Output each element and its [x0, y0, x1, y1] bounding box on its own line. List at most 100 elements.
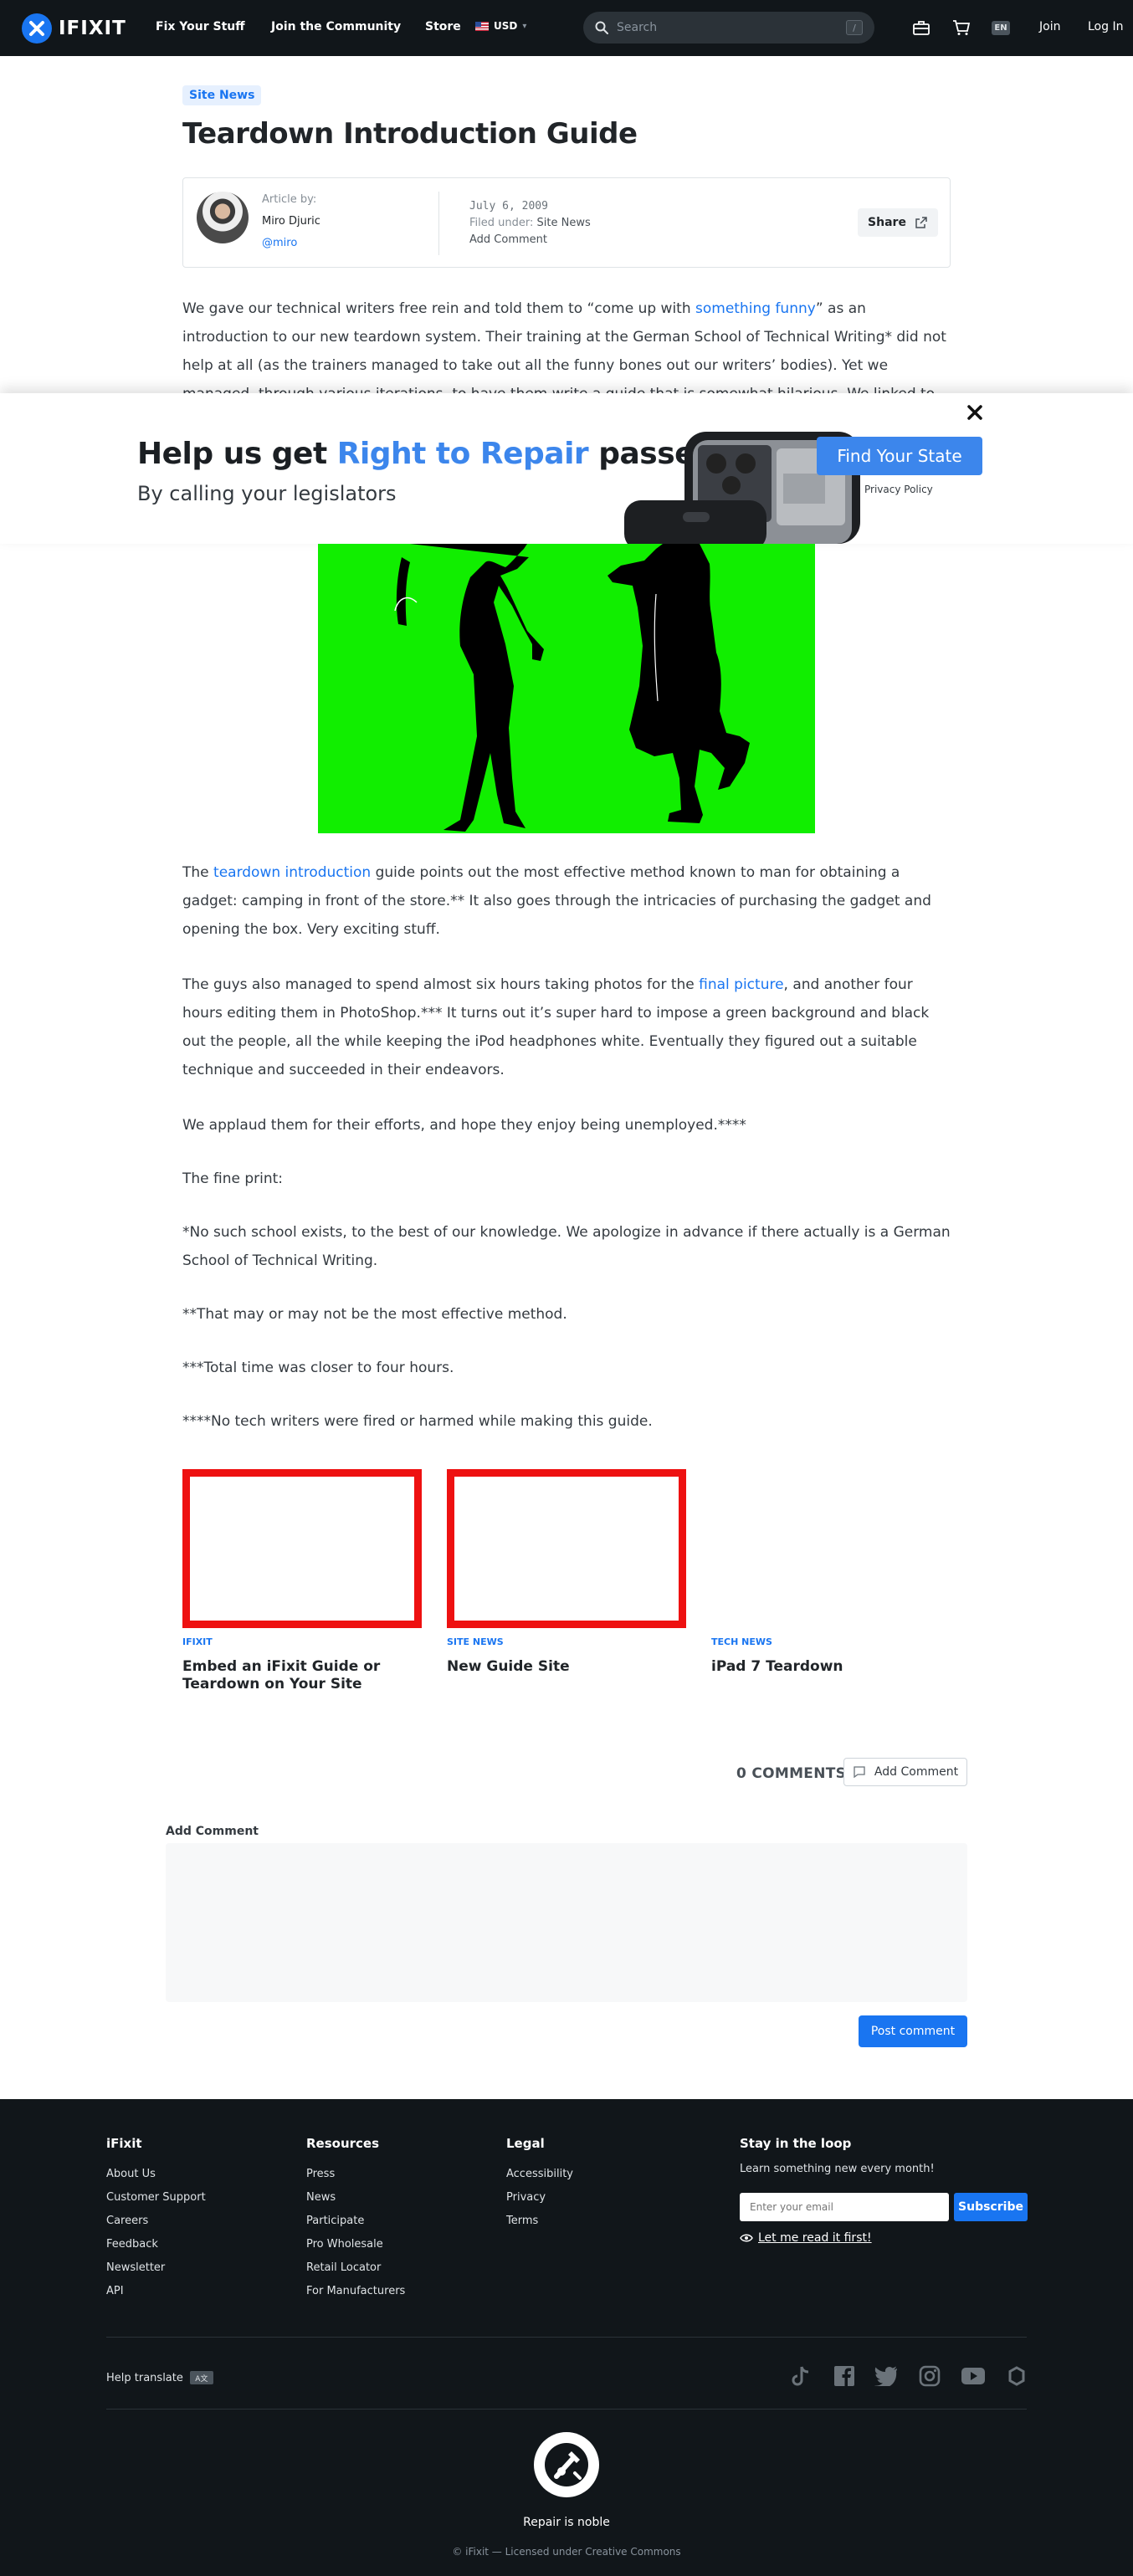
footnote-3: ***Total time was closer to four hours.	[182, 1360, 454, 1376]
search-input[interactable]	[617, 21, 846, 34]
intro-text-1: We gave our technical writers free rein …	[182, 300, 696, 317]
footer-tagline: Repair is noble	[523, 2516, 610, 2529]
email-field[interactable]	[740, 2193, 949, 2221]
comment-textarea[interactable]	[166, 1843, 967, 2002]
related-category[interactable]: TECH NEWS	[711, 1636, 772, 1647]
footer-link[interactable]: Accessibility	[506, 2168, 573, 2180]
related-article-title[interactable]: New Guide Site	[447, 1658, 664, 1676]
newsletter-subtext: Learn something new every month!	[740, 2163, 935, 2175]
footer-link[interactable]: Pro Wholesale	[306, 2238, 383, 2251]
post-comment-button[interactable]: Post comment	[859, 2015, 967, 2047]
eye-icon	[740, 2234, 753, 2242]
us-flag-icon	[475, 21, 489, 31]
nav-join-community[interactable]: Join the Community	[271, 20, 401, 33]
join-link[interactable]: Join	[1039, 20, 1060, 33]
author-card: Article by: Miro Djuric @miro July 6, 20…	[182, 177, 951, 268]
category-tag[interactable]: Site News	[182, 85, 262, 105]
footer-link[interactable]: API	[106, 2285, 124, 2297]
author-handle-link[interactable]: @miro	[262, 237, 297, 249]
footer-link[interactable]: Customer Support	[106, 2191, 206, 2204]
add-comment-label: Add Comment	[874, 1765, 959, 1779]
right-to-repair-banner: Help us get Right to Repair passed By ca…	[0, 393, 1133, 544]
footer-link[interactable]: About Us	[106, 2168, 156, 2180]
nav-store[interactable]: Store	[425, 20, 461, 33]
toolbox-icon[interactable]	[912, 18, 930, 37]
help-translate-label: Help translate	[106, 2371, 183, 2384]
ifixit-logo[interactable]: IFIXIT	[22, 13, 126, 44]
read-first-label: Let me read it first!	[758, 2231, 872, 2245]
green-screen-image	[318, 544, 815, 833]
related-article-title[interactable]: iPad 7 Teardown	[711, 1658, 929, 1676]
body-paragraph-2: The guys also managed to spend almost si…	[182, 970, 951, 1084]
final-picture-link[interactable]: final picture	[699, 976, 783, 993]
body-paragraph-1: The teardown introduction guide points o…	[182, 858, 951, 944]
footer-link[interactable]: Press	[306, 2168, 335, 2180]
logo-text: IFIXIT	[59, 18, 126, 39]
search-shortcut-key: /	[846, 20, 863, 35]
share-button[interactable]: Share	[858, 208, 938, 237]
banner-subheading: By calling your legislators	[137, 482, 397, 505]
avatar[interactable]	[197, 192, 249, 243]
currency-selector[interactable]: USD ▾	[475, 20, 526, 32]
comment-form-label: Add Comment	[166, 1825, 259, 1838]
footnote-4: ****No tech writers were fired or harmed…	[182, 1413, 653, 1430]
language-selector[interactable]: EN	[992, 21, 1010, 35]
facebook-icon[interactable]	[832, 2363, 857, 2389]
repair-org-icon[interactable]	[1004, 2363, 1029, 2389]
filed-label: Filed under: Site News	[469, 217, 591, 229]
filed-under-label: Filed under:	[469, 217, 534, 229]
instagram-icon[interactable]	[917, 2363, 942, 2389]
nav-fix-your-stuff[interactable]: Fix Your Stuff	[156, 20, 245, 33]
footer-link[interactable]: Privacy	[506, 2191, 546, 2204]
search-bar[interactable]: /	[583, 12, 874, 44]
comment-count: 0 COMMENTS	[736, 1765, 847, 1782]
divider	[106, 2337, 1027, 2338]
twitter-icon[interactable]	[874, 2363, 899, 2389]
find-your-state-button[interactable]: Find Your State	[817, 437, 982, 475]
footer-link[interactable]: Careers	[106, 2215, 148, 2227]
external-link-icon	[915, 217, 927, 228]
youtube-icon[interactable]	[961, 2363, 986, 2389]
divider	[438, 192, 439, 255]
something-funny-link[interactable]: something funny	[695, 300, 816, 317]
page-title: Teardown Introduction Guide	[182, 117, 638, 151]
add-comment-button[interactable]: Add Comment	[843, 1758, 967, 1786]
banner-heading-pre: Help us get	[137, 437, 337, 471]
footer-link[interactable]: Retail Locator	[306, 2261, 381, 2274]
filed-category-link[interactable]: Site News	[537, 217, 591, 229]
cart-icon[interactable]	[952, 18, 971, 37]
ifixit-logo-icon	[22, 13, 52, 44]
read-first-link[interactable]: Let me read it first!	[740, 2231, 872, 2245]
top-navigation: IFIXIT Fix Your Stuff Join the Community…	[0, 0, 1133, 56]
privacy-policy-link[interactable]: Privacy Policy	[864, 484, 933, 495]
author-label: Article by:	[262, 193, 317, 206]
repair-is-noble-logo	[534, 2432, 599, 2497]
footer-link[interactable]: Participate	[306, 2215, 364, 2227]
translate-icon: A文	[189, 2371, 213, 2384]
footer-link[interactable]: Terms	[506, 2215, 538, 2227]
login-link[interactable]: Log In	[1088, 20, 1123, 33]
related-category[interactable]: IFIXIT	[182, 1636, 213, 1647]
footer-link[interactable]: Newsletter	[106, 2261, 165, 2274]
footer-link[interactable]: Feedback	[106, 2238, 158, 2251]
related-thumbnail[interactable]	[182, 1469, 422, 1628]
footer-link[interactable]: For Manufacturers	[306, 2285, 405, 2297]
close-icon[interactable]	[966, 403, 984, 422]
subscribe-button[interactable]: Subscribe	[954, 2193, 1028, 2221]
share-label: Share	[868, 216, 906, 229]
tiktok-icon[interactable]	[788, 2363, 813, 2389]
publish-date: July 6, 2009	[469, 200, 548, 213]
fine-print-heading: The fine print:	[182, 1170, 284, 1187]
footnote-1: *No such school exists, to the best of o…	[182, 1224, 951, 1269]
add-comment-link[interactable]: Add Comment	[469, 233, 547, 246]
banner-heading-highlight: Right to Repair	[336, 437, 589, 471]
teardown-introduction-link[interactable]: teardown introduction	[213, 864, 371, 881]
currency-label: USD	[494, 20, 518, 32]
footer-link[interactable]: News	[306, 2191, 336, 2204]
related-article-title[interactable]: Embed an iFixit Guide or Teardown on You…	[182, 1658, 400, 1693]
divider	[106, 2409, 1027, 2410]
related-thumbnail[interactable]	[447, 1469, 686, 1628]
related-category[interactable]: SITE NEWS	[447, 1636, 504, 1647]
help-translate-link[interactable]: Help translate A文	[106, 2371, 213, 2384]
copyright: © iFixit — Licensed under Creative Commo…	[452, 2546, 681, 2558]
